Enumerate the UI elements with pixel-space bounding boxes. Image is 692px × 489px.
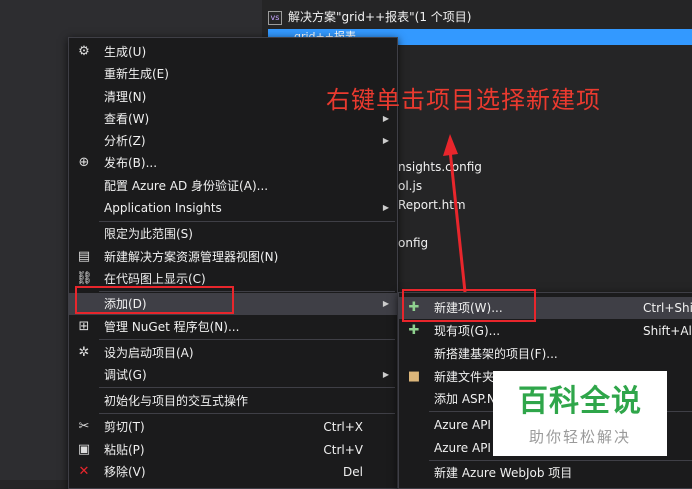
annotation-text: 右键单击项目选择新建项 <box>326 86 601 114</box>
watermark-title: 百科全说 <box>518 384 642 419</box>
watermark-logo: 百科全说 助你轻松解决 <box>493 371 667 456</box>
watermark-subtitle: 助你轻松解决 <box>528 428 631 446</box>
